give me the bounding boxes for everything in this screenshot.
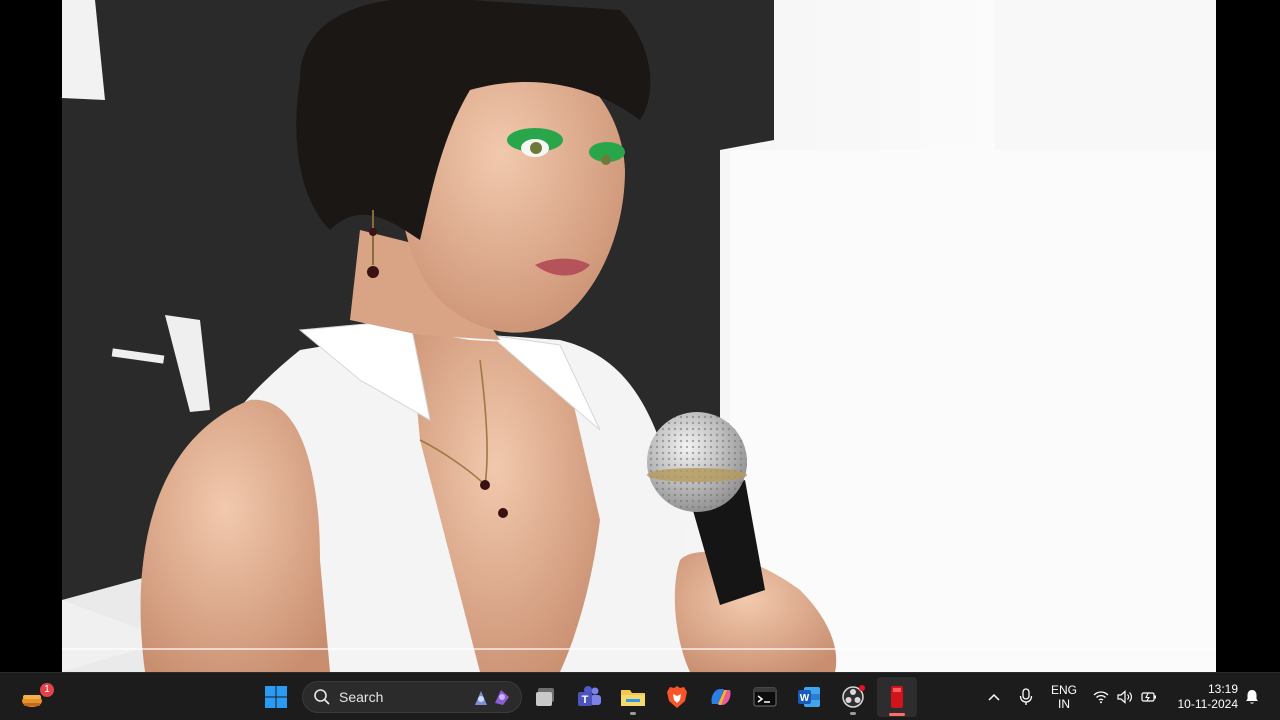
file-explorer-button[interactable] xyxy=(613,677,653,717)
notifications-button[interactable] xyxy=(1242,677,1262,717)
task-view-button[interactable] xyxy=(526,677,566,717)
start-button[interactable] xyxy=(256,677,296,717)
brave-lion-icon xyxy=(667,686,687,708)
taskbar: 1 Search T W ENG IN 13:19 10-11-2024 xyxy=(0,672,1280,720)
copilot-icon xyxy=(711,689,731,705)
search-label: Search xyxy=(339,689,384,705)
widgets-button[interactable]: 1 xyxy=(12,677,54,717)
volume-icon xyxy=(1117,690,1132,704)
word-icon: W xyxy=(798,687,820,707)
svg-text:T: T xyxy=(582,694,589,706)
show-hidden-icons-button[interactable] xyxy=(982,677,1006,717)
windows-logo-icon xyxy=(265,686,287,708)
running-indicator xyxy=(630,712,636,715)
obs-icon xyxy=(842,685,865,708)
teams-button[interactable]: T xyxy=(569,677,609,717)
battery-charging-icon xyxy=(1141,692,1156,702)
obs-button[interactable] xyxy=(833,677,873,717)
active-indicator xyxy=(889,713,905,716)
task-view-icon xyxy=(536,688,554,706)
folder-icon xyxy=(621,690,645,706)
terminal-button[interactable] xyxy=(745,677,785,717)
terminal-icon xyxy=(753,687,777,707)
bell-icon xyxy=(1246,690,1258,704)
word-button[interactable]: W xyxy=(789,677,829,717)
game-app-button[interactable] xyxy=(877,677,917,717)
running-indicator xyxy=(850,712,856,715)
clock-time: 13:19 xyxy=(1207,682,1238,696)
svg-text:W: W xyxy=(800,693,810,704)
teams-icon: T xyxy=(578,686,601,706)
quick-settings-button[interactable] xyxy=(1090,677,1160,717)
red-app-icon xyxy=(891,686,903,708)
clock-button[interactable]: 13:19 10-11-2024 xyxy=(1168,677,1239,717)
fullscreen-viewport[interactable] xyxy=(0,0,1280,672)
taskbar-search-box[interactable]: Search xyxy=(302,681,522,713)
language-line2: IN xyxy=(1058,697,1070,711)
scene-image xyxy=(0,0,1280,672)
brave-browser-button[interactable] xyxy=(657,677,697,717)
search-icon xyxy=(314,689,330,705)
clock-date: 10-11-2024 xyxy=(1177,697,1239,711)
microphone-button[interactable] xyxy=(1014,677,1038,717)
language-line1: ENG xyxy=(1050,683,1077,697)
input-language-button[interactable]: ENG IN xyxy=(1044,677,1084,717)
microphone-icon xyxy=(1019,688,1033,705)
search-highlight-icon xyxy=(475,690,509,705)
notification-badge: 1 xyxy=(40,683,54,697)
copilot-button[interactable] xyxy=(701,677,741,717)
chevron-up-icon xyxy=(988,693,1000,701)
wifi-icon xyxy=(1093,691,1109,704)
